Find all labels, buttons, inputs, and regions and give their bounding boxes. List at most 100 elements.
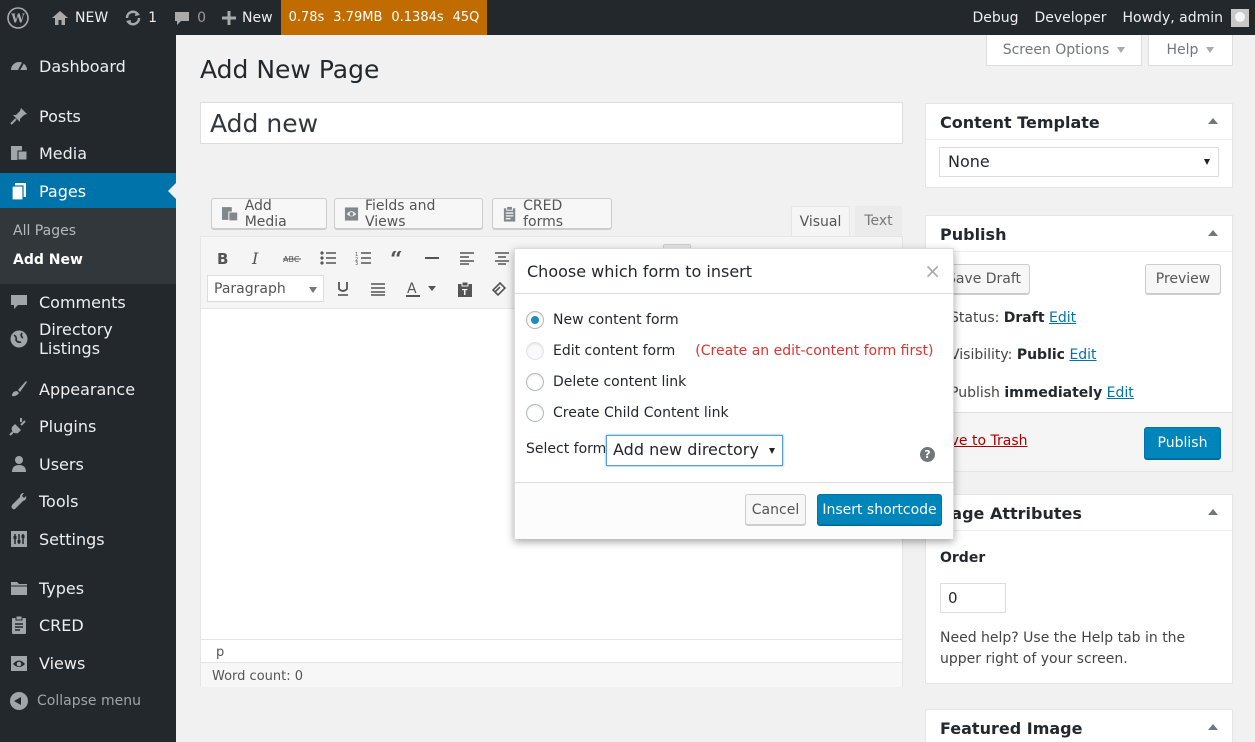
horizontal-line-icon[interactable] [421, 247, 443, 269]
updates-link[interactable]: 1 [116, 0, 165, 35]
svg-text:A: A [407, 281, 417, 297]
edit-visibility-link[interactable]: Edit [1069, 347, 1096, 363]
blockquote-icon[interactable]: “ [387, 247, 409, 269]
menu-settings[interactable]: Settings [0, 521, 176, 557]
new-content-link[interactable]: New [214, 0, 281, 35]
close-icon[interactable]: × [924, 261, 941, 281]
cred-forms-button[interactable]: CRED forms [492, 198, 612, 230]
status-label: Status: [950, 310, 1000, 326]
title-input[interactable]: Add new [200, 102, 903, 144]
menu-tools[interactable]: Tools [0, 483, 176, 519]
publish-label: Publish [950, 385, 1000, 401]
menu-comments[interactable]: Comments [0, 284, 176, 320]
publish-button[interactable]: Publish [1144, 427, 1221, 459]
clear-formatting-icon[interactable] [488, 278, 510, 300]
updates-icon [125, 10, 141, 25]
screen-options-button[interactable]: Screen Options [986, 35, 1142, 66]
featured-image-header[interactable]: Featured Image [926, 710, 1232, 742]
menu-views[interactable]: Views [0, 645, 176, 681]
italic-icon[interactable]: I [246, 247, 268, 269]
publish-title: Publish [940, 225, 1007, 244]
underline-icon[interactable] [332, 278, 354, 300]
text-color-icon[interactable]: A [402, 278, 424, 300]
edit-status-link[interactable]: Edit [1049, 310, 1076, 326]
page-attributes-box: Page Attributes Order 0 Need help? Use t… [925, 494, 1233, 684]
bold-icon[interactable]: B [212, 247, 234, 269]
perf-memory: 3.79MB [333, 10, 383, 25]
dashboard-icon [9, 56, 29, 76]
radio-button[interactable] [526, 373, 544, 391]
collapse-menu-button[interactable]: Collapse menu [0, 686, 141, 716]
menu-users[interactable]: Users [0, 446, 176, 482]
page-attributes-header[interactable]: Page Attributes [926, 495, 1232, 531]
text-color-dropdown-icon[interactable] [426, 278, 438, 300]
menu-plugins[interactable]: Plugins [0, 408, 176, 444]
menu-label: Settings [39, 529, 105, 549]
help-button[interactable]: Help [1148, 35, 1233, 66]
select-form-dropdown[interactable]: Add new directory [606, 435, 783, 466]
visibility-value: Public [1016, 347, 1065, 363]
tab-text[interactable]: Text [855, 206, 902, 236]
content-template-select[interactable]: None [939, 147, 1219, 177]
submenu-add-new[interactable]: Add New [13, 252, 83, 268]
collapse-label: Collapse menu [37, 693, 141, 709]
preview-button[interactable]: Preview [1145, 264, 1221, 294]
content-template-header[interactable]: Content Template [926, 104, 1232, 140]
new-label: New [242, 9, 273, 26]
menu-label: CRED [39, 615, 84, 635]
justify-icon[interactable] [367, 278, 389, 300]
fields-and-views-button[interactable]: Fields and Views [334, 198, 483, 230]
site-name-link[interactable]: NEW [43, 0, 116, 35]
menu-types[interactable]: Types [0, 570, 176, 606]
featured-image-box: Featured Image [925, 709, 1233, 742]
format-select[interactable]: Paragraph [207, 275, 324, 302]
option-edit-content-form[interactable]: Edit content form (Create an edit-conten… [526, 342, 934, 360]
menu-directory-listings[interactable]: Directory Listings [0, 320, 176, 358]
page-title: Add New Page [200, 55, 380, 84]
menu-posts[interactable]: Posts [0, 98, 176, 134]
bulleted-list-icon[interactable] [317, 247, 339, 269]
strikethrough-icon[interactable]: ABC [281, 247, 303, 269]
menu-cred[interactable]: CRED [0, 607, 176, 643]
numbered-list-icon[interactable]: 123 [352, 247, 374, 269]
select-arrow-icon [1204, 159, 1210, 165]
option-create-child-content-link[interactable]: Create Child Content link [526, 404, 729, 422]
views-icon [344, 206, 359, 221]
menu-appearance[interactable]: Appearance [0, 371, 176, 407]
add-media-button[interactable]: Add Media [211, 198, 327, 230]
toggle-arrow-icon[interactable] [1208, 509, 1218, 515]
account-link[interactable]: Howdy, admin [1115, 0, 1255, 35]
menu-dashboard[interactable]: Dashboard [0, 48, 176, 84]
clipboard-icon [503, 205, 516, 222]
publish-box: Publish Save Draft Preview Status: Draft… [925, 215, 1233, 472]
cancel-button[interactable]: Cancel [745, 494, 806, 525]
comments-link[interactable]: 0 [165, 0, 214, 35]
toggle-arrow-icon[interactable] [1208, 118, 1218, 124]
align-left-icon[interactable] [456, 247, 478, 269]
perf-queries: 45Q [452, 10, 480, 25]
debug-link[interactable]: Debug [964, 0, 1026, 35]
menu-media[interactable]: Media [0, 135, 176, 171]
radio-button[interactable] [526, 311, 544, 329]
performance-stats[interactable]: 0.78s 3.79MB 0.1384s 45Q [280, 0, 488, 35]
insert-shortcode-button[interactable]: Insert shortcode [817, 494, 942, 525]
toggle-arrow-icon[interactable] [1208, 230, 1218, 236]
tab-visual[interactable]: Visual [791, 206, 850, 236]
order-input[interactable]: 0 [940, 583, 1006, 613]
edit-schedule-link[interactable]: Edit [1107, 385, 1134, 401]
menu-pages[interactable]: Pages [0, 173, 176, 209]
radio-button[interactable] [526, 404, 544, 422]
menu-label: Plugins [39, 416, 97, 436]
publish-header[interactable]: Publish [926, 216, 1232, 252]
wordpress-logo-icon[interactable]: W [0, 0, 43, 35]
submenu-all-pages[interactable]: All Pages [13, 223, 76, 239]
help-icon[interactable]: ? [920, 447, 935, 462]
toggle-arrow-icon[interactable] [1208, 724, 1218, 730]
status-row: Status: Draft Edit [950, 310, 1076, 326]
radio-button[interactable] [526, 342, 544, 360]
developer-link[interactable]: Developer [1027, 0, 1115, 35]
option-new-content-form[interactable]: New content form [526, 311, 679, 329]
option-delete-content-link[interactable]: Delete content link [526, 373, 686, 391]
paste-text-icon[interactable]: T [454, 278, 476, 300]
align-center-icon[interactable] [491, 247, 513, 269]
